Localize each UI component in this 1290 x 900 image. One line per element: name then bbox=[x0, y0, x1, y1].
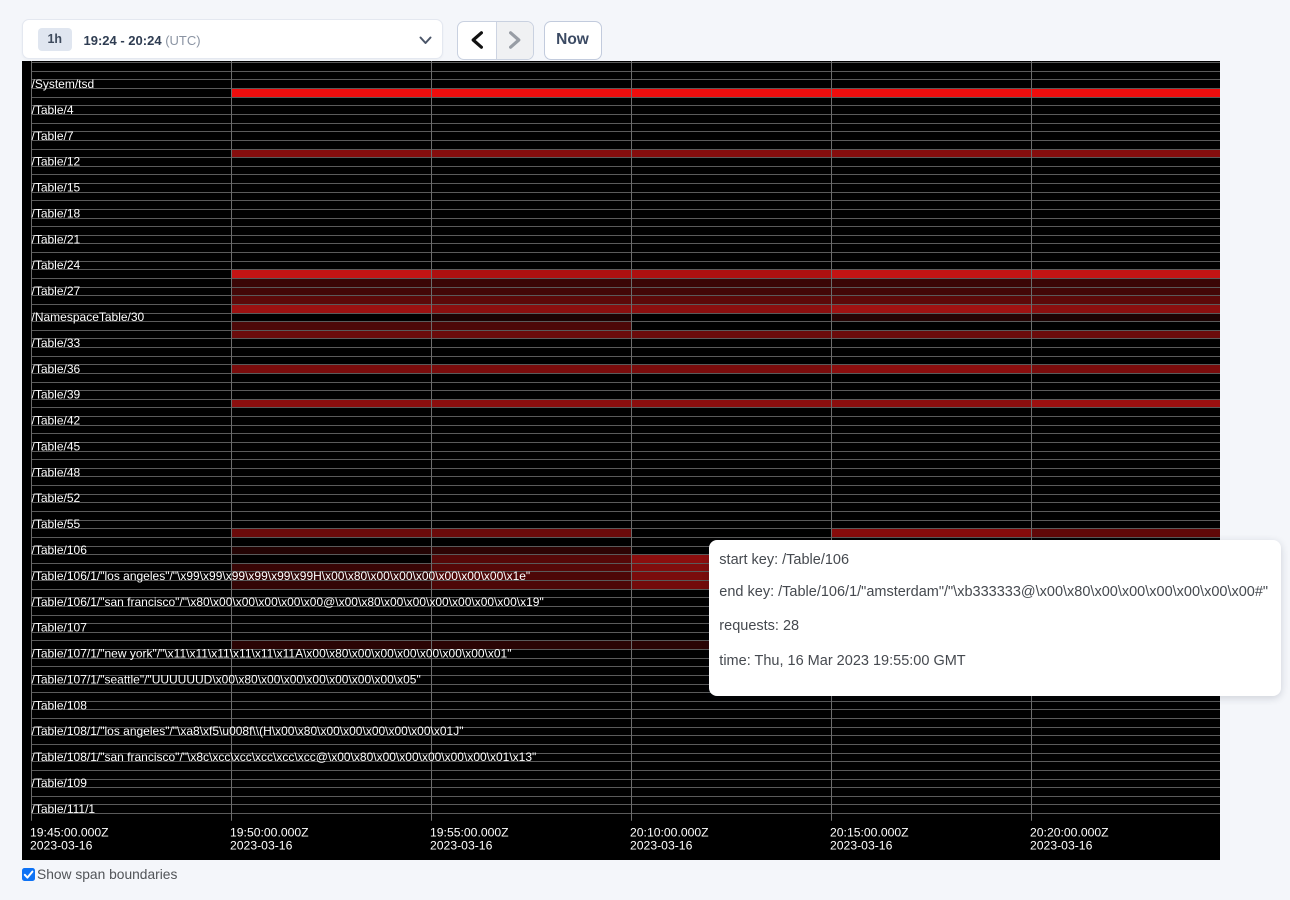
svg-text:/Table/106/1/"san francisco"/": /Table/106/1/"san francisco"/"\x80\x00\x… bbox=[32, 595, 544, 609]
svg-text:/Table/107: /Table/107 bbox=[32, 621, 88, 635]
svg-text:/NamespaceTable/30: /NamespaceTable/30 bbox=[32, 310, 145, 324]
svg-text:/Table/42: /Table/42 bbox=[32, 414, 81, 428]
svg-text:/Table/36: /Table/36 bbox=[32, 362, 81, 376]
svg-text:2023-03-16: 2023-03-16 bbox=[230, 839, 293, 853]
svg-text:/Table/18: /Table/18 bbox=[32, 206, 81, 220]
svg-text:2023-03-16: 2023-03-16 bbox=[630, 839, 693, 853]
svg-text:/Table/39: /Table/39 bbox=[32, 388, 81, 402]
svg-text:2023-03-16: 2023-03-16 bbox=[1030, 839, 1093, 853]
svg-text:19:50:00.000Z: 19:50:00.000Z bbox=[230, 825, 309, 839]
svg-text:/Table/111/1: /Table/111/1 bbox=[32, 802, 96, 816]
svg-text:/Table/108/1/"los angeles"/"\x: /Table/108/1/"los angeles"/"\xa8\xf5\u00… bbox=[32, 724, 464, 738]
svg-text:2023-03-16: 2023-03-16 bbox=[830, 839, 893, 853]
svg-text:/Table/107/1/"new york"/"\x11\: /Table/107/1/"new york"/"\x11\x11\x11\x1… bbox=[32, 647, 512, 661]
svg-text:/Table/108/1/"san francisco"/": /Table/108/1/"san francisco"/"\x8c\xcc\x… bbox=[32, 750, 537, 764]
svg-text:/Table/107/1/"seattle"/"UUUUUU: /Table/107/1/"seattle"/"UUUUUUD\x00\x80\… bbox=[32, 673, 421, 687]
svg-text:/Table/27: /Table/27 bbox=[32, 284, 81, 298]
svg-text:/Table/45: /Table/45 bbox=[32, 440, 81, 454]
svg-text:/Table/24: /Table/24 bbox=[32, 258, 81, 272]
svg-text:/Table/108: /Table/108 bbox=[32, 698, 88, 712]
svg-text:/Table/55: /Table/55 bbox=[32, 517, 81, 531]
svg-text:2023-03-16: 2023-03-16 bbox=[30, 839, 93, 853]
svg-text:/Table/7: /Table/7 bbox=[32, 129, 74, 143]
svg-text:20:15:00.000Z: 20:15:00.000Z bbox=[830, 825, 909, 839]
svg-text:20:10:00.000Z: 20:10:00.000Z bbox=[630, 825, 709, 839]
svg-text:/Table/4: /Table/4 bbox=[32, 103, 74, 117]
svg-text:/Table/109: /Table/109 bbox=[32, 776, 88, 790]
svg-text:/Table/106/1/"los angeles"/"\x: /Table/106/1/"los angeles"/"\x99\x99\x99… bbox=[32, 569, 531, 583]
svg-text:/Table/106: /Table/106 bbox=[32, 543, 88, 557]
svg-text:/Table/33: /Table/33 bbox=[32, 336, 81, 350]
svg-text:/Table/12: /Table/12 bbox=[32, 155, 81, 169]
svg-text:2023-03-16: 2023-03-16 bbox=[430, 839, 493, 853]
svg-text:/Table/21: /Table/21 bbox=[32, 232, 81, 246]
svg-text:/Table/52: /Table/52 bbox=[32, 491, 81, 505]
svg-text:/Table/48: /Table/48 bbox=[32, 465, 81, 479]
svg-text:20:20:00.000Z: 20:20:00.000Z bbox=[1030, 825, 1109, 839]
svg-text:19:55:00.000Z: 19:55:00.000Z bbox=[430, 825, 509, 839]
svg-text:19:45:00.000Z: 19:45:00.000Z bbox=[30, 825, 109, 839]
svg-text:/Table/15: /Table/15 bbox=[32, 181, 81, 195]
svg-text:/System/tsd: /System/tsd bbox=[32, 77, 95, 91]
